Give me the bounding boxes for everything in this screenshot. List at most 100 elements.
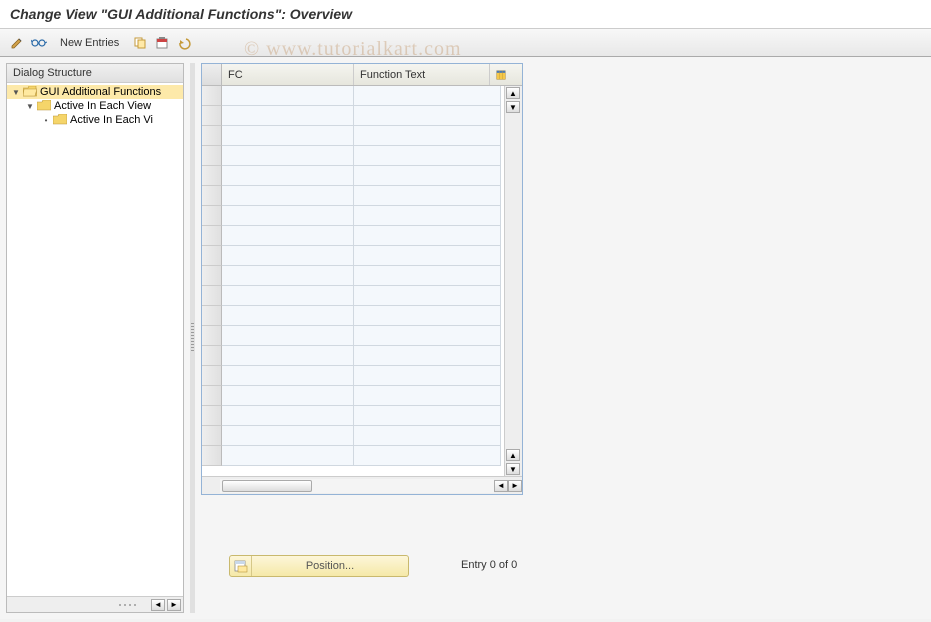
cell-fc[interactable] [222,266,354,286]
hscroll-thumb[interactable] [222,480,312,492]
tree-node-active-each-view[interactable]: ▼ Active In Each View [7,99,183,113]
row-selector[interactable] [202,86,222,106]
row-selector[interactable] [202,186,222,206]
table-row[interactable] [202,226,504,246]
table-row[interactable] [202,366,504,386]
row-selector[interactable] [202,286,222,306]
cell-function-text[interactable] [354,426,501,446]
cell-function-text[interactable] [354,286,501,306]
row-selector[interactable] [202,306,222,326]
row-selector-header[interactable] [202,64,222,85]
copy-icon[interactable] [131,34,149,52]
scroll-right-icon[interactable]: ► [167,599,181,611]
row-selector[interactable] [202,146,222,166]
display-icon[interactable] [30,34,48,52]
cell-fc[interactable] [222,126,354,146]
tree-toggle-icon[interactable]: ▼ [25,101,35,111]
table-row[interactable] [202,286,504,306]
cell-fc[interactable] [222,366,354,386]
table-row[interactable] [202,446,504,466]
cell-function-text[interactable] [354,266,501,286]
row-selector[interactable] [202,326,222,346]
column-header-function-text[interactable]: Function Text [354,64,490,85]
cell-function-text[interactable] [354,446,501,466]
hscroll-track[interactable] [220,479,494,493]
table-row[interactable] [202,426,504,446]
cell-fc[interactable] [222,446,354,466]
table-row[interactable] [202,306,504,326]
row-selector[interactable] [202,226,222,246]
table-row[interactable] [202,106,504,126]
table-row[interactable] [202,246,504,266]
delete-icon[interactable] [153,34,171,52]
row-selector[interactable] [202,346,222,366]
cell-fc[interactable] [222,166,354,186]
cell-fc[interactable] [222,286,354,306]
position-button[interactable]: Position... [229,555,409,577]
table-row[interactable] [202,206,504,226]
row-selector[interactable] [202,126,222,146]
cell-fc[interactable] [222,206,354,226]
cell-fc[interactable] [222,406,354,426]
cell-function-text[interactable] [354,186,501,206]
tree-toggle-icon[interactable]: ▼ [11,87,21,97]
table-row[interactable] [202,386,504,406]
cell-function-text[interactable] [354,346,501,366]
cell-fc[interactable] [222,186,354,206]
cell-function-text[interactable] [354,386,501,406]
cell-function-text[interactable] [354,106,501,126]
new-entries-button[interactable]: New Entries [52,35,127,51]
table-row[interactable] [202,326,504,346]
scroll-left-icon[interactable]: ◄ [494,480,508,492]
scroll-up-step-icon[interactable]: ▲ [506,449,520,461]
row-selector[interactable] [202,246,222,266]
cell-function-text[interactable] [354,166,501,186]
edit-icon[interactable] [8,34,26,52]
cell-fc[interactable] [222,426,354,446]
cell-function-text[interactable] [354,306,501,326]
scroll-down-icon[interactable]: ▼ [506,463,520,475]
cell-function-text[interactable] [354,226,501,246]
cell-function-text[interactable] [354,366,501,386]
tree-node-active-each-view-child[interactable]: • Active In Each Vi [7,113,183,127]
column-header-fc[interactable]: FC [222,64,354,85]
row-selector[interactable] [202,406,222,426]
drag-handle-icon[interactable] [109,602,149,608]
cell-fc[interactable] [222,326,354,346]
row-selector[interactable] [202,446,222,466]
table-row[interactable] [202,126,504,146]
cell-fc[interactable] [222,106,354,126]
scroll-left-icon[interactable]: ◄ [151,599,165,611]
row-selector[interactable] [202,386,222,406]
grid-hscroll[interactable]: ◄ ► [202,476,522,494]
cell-fc[interactable] [222,346,354,366]
grid-config-button[interactable] [490,64,512,85]
table-row[interactable] [202,186,504,206]
cell-function-text[interactable] [354,406,501,426]
table-row[interactable] [202,146,504,166]
scroll-up-icon[interactable]: ▲ [506,87,520,99]
row-selector[interactable] [202,166,222,186]
table-row[interactable] [202,86,504,106]
cell-fc[interactable] [222,86,354,106]
row-selector[interactable] [202,106,222,126]
table-row[interactable] [202,346,504,366]
row-selector[interactable] [202,426,222,446]
cell-fc[interactable] [222,226,354,246]
cell-function-text[interactable] [354,326,501,346]
grid-vscroll[interactable]: ▲ ▼ ▲ ▼ [504,86,522,476]
cell-function-text[interactable] [354,206,501,226]
cell-fc[interactable] [222,306,354,326]
scroll-right-icon[interactable]: ► [508,480,522,492]
row-selector[interactable] [202,266,222,286]
dialog-structure-hscroll[interactable]: ◄ ► [7,596,183,612]
row-selector[interactable] [202,206,222,226]
cell-fc[interactable] [222,246,354,266]
cell-function-text[interactable] [354,126,501,146]
tree-node-gui-additional-functions[interactable]: ▼ GUI Additional Functions [7,85,183,99]
cell-fc[interactable] [222,386,354,406]
splitter-handle[interactable] [190,63,195,613]
row-selector[interactable] [202,366,222,386]
cell-fc[interactable] [222,146,354,166]
cell-function-text[interactable] [354,246,501,266]
